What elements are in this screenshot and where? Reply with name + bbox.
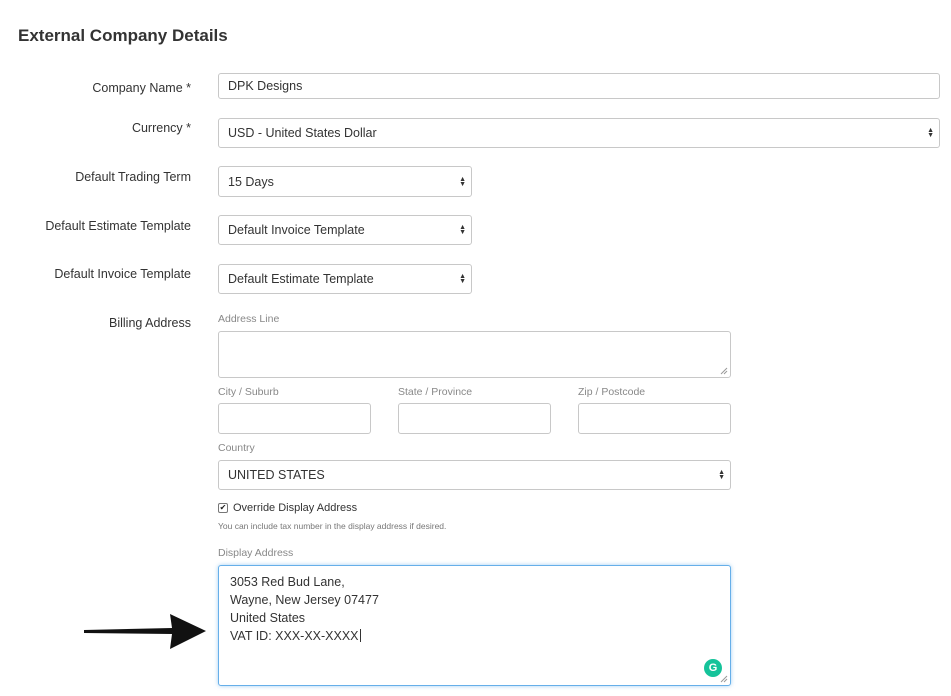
display-address-line: VAT ID: XXX-XX-XXXX: [230, 629, 359, 643]
trading-term-value: 15 Days: [228, 174, 274, 189]
state-label: State / Province: [398, 386, 473, 398]
country-label: Country: [218, 442, 255, 454]
zip-label: Zip / Postcode: [578, 386, 646, 398]
select-arrows-icon: ▲ ▼: [459, 175, 466, 188]
invoice-template-value: Default Estimate Template: [228, 272, 374, 286]
invoice-template-label: Default Invoice Template: [54, 267, 191, 281]
trading-term-label: Default Trading Term: [75, 170, 191, 184]
display-address-line: United States: [230, 611, 306, 625]
display-address-line: 3053 Red Bud Lane,: [230, 575, 345, 589]
billing-address-label: Billing Address: [109, 316, 191, 330]
select-arrows-icon: ▲ ▼: [459, 273, 466, 285]
override-checkbox[interactable]: ✔: [218, 503, 228, 513]
resize-grip-icon[interactable]: [720, 367, 728, 375]
company-name-label: Company Name *: [92, 81, 191, 95]
currency-value: USD - United States Dollar: [228, 126, 377, 140]
override-hint: You can include tax number in the displa…: [218, 521, 447, 531]
trading-term-select[interactable]: 15 Days ▲ ▼: [218, 166, 472, 197]
grammarly-icon[interactable]: G: [704, 659, 722, 677]
estimate-template-value: Default Invoice Template: [228, 223, 365, 237]
text-caret: [359, 629, 361, 642]
override-label: Override Display Address: [233, 502, 358, 514]
select-arrows-icon: ▲ ▼: [927, 127, 934, 139]
currency-label: Currency *: [131, 121, 191, 135]
checkmark-icon: ✔: [219, 503, 227, 512]
estimate-template-label: Default Estimate Template: [45, 219, 191, 233]
city-input[interactable]: [218, 403, 371, 434]
page-title: External Company Details: [18, 26, 228, 45]
zip-input[interactable]: [578, 403, 731, 434]
address-line-label: Address Line: [218, 313, 280, 325]
company-name-value: DPK Designs: [228, 79, 303, 93]
country-select[interactable]: UNITED STATES ▲ ▼: [218, 460, 731, 490]
estimate-template-select[interactable]: Default Invoice Template ▲ ▼: [218, 215, 472, 245]
display-address-line-last: VAT ID: XXX-XX-XXXX: [230, 627, 719, 645]
invoice-template-select[interactable]: Default Estimate Template ▲ ▼: [218, 264, 472, 294]
select-arrows-icon: ▲ ▼: [459, 224, 466, 236]
address-line-input[interactable]: [218, 331, 731, 378]
currency-select[interactable]: USD - United States Dollar ▲ ▼: [218, 118, 940, 148]
override-display-address-row[interactable]: ✔ Override Display Address: [218, 502, 357, 514]
arrow-pointer-icon: [84, 614, 206, 649]
select-arrows-icon: ▲ ▼: [718, 469, 725, 481]
country-value: UNITED STATES: [228, 468, 325, 482]
display-address-textarea[interactable]: 3053 Red Bud Lane, Wayne, New Jersey 074…: [218, 565, 731, 686]
display-address-line: Wayne, New Jersey 07477: [230, 593, 379, 607]
resize-grip-icon[interactable]: [720, 675, 728, 683]
state-input[interactable]: [398, 403, 551, 434]
display-address-label: Display Address: [218, 547, 294, 559]
city-label: City / Suburb: [218, 386, 279, 398]
company-name-input[interactable]: DPK Designs: [218, 73, 940, 99]
